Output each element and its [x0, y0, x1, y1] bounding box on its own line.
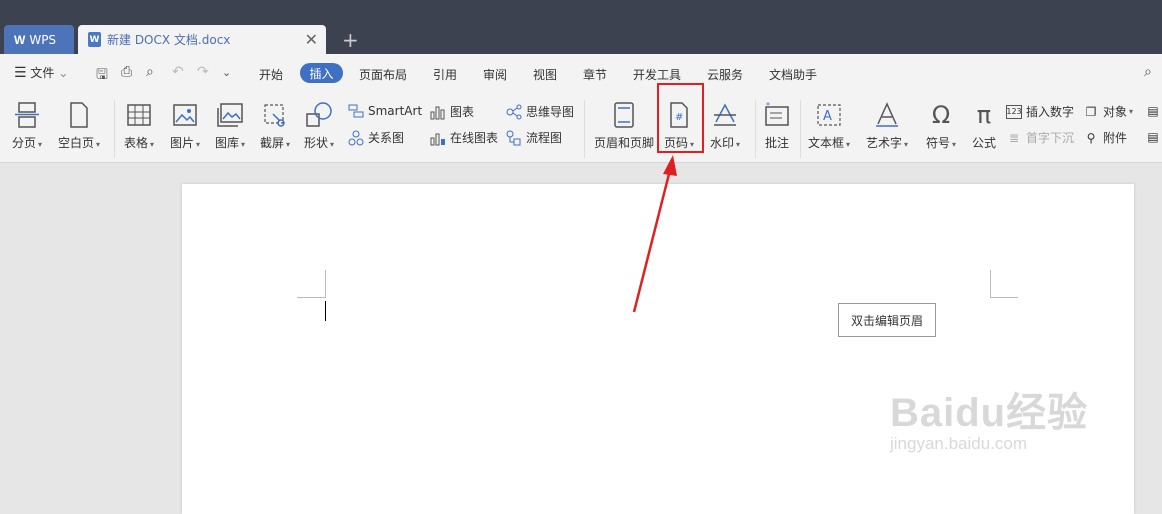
watermark-title: Baidu经验 — [890, 391, 1089, 435]
baidu-jingyan-watermark: Baidu经验 jingyan.baidu.com — [890, 380, 1088, 454]
